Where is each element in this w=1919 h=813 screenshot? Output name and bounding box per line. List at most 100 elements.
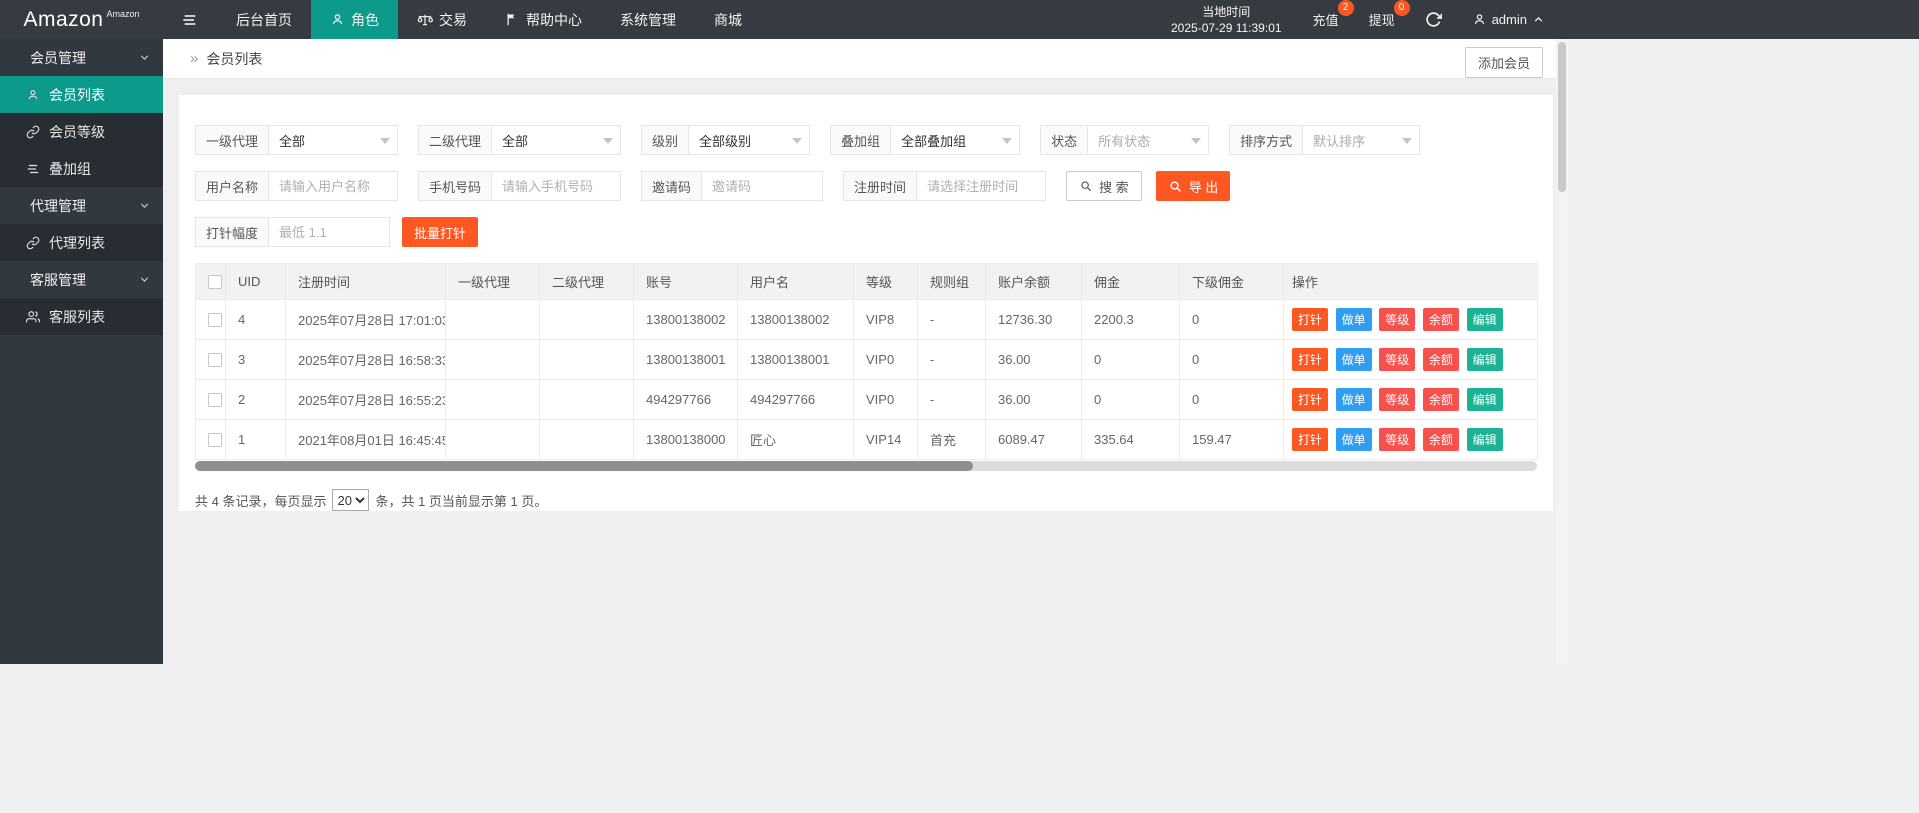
edit-button[interactable]: 编辑 [1467, 388, 1503, 411]
overlay-group-select[interactable]: 全部叠加组 [890, 125, 1020, 155]
level-button[interactable]: 等级 [1379, 308, 1415, 331]
refresh-button[interactable] [1410, 0, 1457, 39]
balance-button[interactable]: 余额 [1423, 388, 1459, 411]
row-checkbox[interactable] [208, 353, 222, 367]
user-icon [1472, 12, 1487, 27]
nav-item-roles[interactable]: 角色 [311, 0, 398, 39]
sort-select[interactable]: 默认排序 [1302, 125, 1420, 155]
phone-input[interactable] [491, 171, 621, 201]
chevron-up-icon [1532, 13, 1545, 26]
select-all-checkbox[interactable] [208, 275, 222, 289]
cell-level: VIP8 [854, 300, 918, 340]
cell-username: 13800138002 [738, 300, 854, 340]
col-header-rule-group: 规则组 [918, 264, 986, 300]
sidebar-item-service-list[interactable]: 客服列表 [0, 298, 163, 335]
inject-button[interactable]: 打针 [1292, 388, 1328, 411]
withdraw-button[interactable]: 提现 0 [1354, 0, 1410, 39]
make-order-button[interactable]: 做单 [1336, 348, 1372, 371]
balance-button[interactable]: 余额 [1423, 308, 1459, 331]
sidebar-item-label: 会员等级 [49, 122, 105, 142]
main-content: » 会员列表 添加会员 一级代理 全部 二级代理 全部 级别 全部级别 叠加组 … [163, 39, 1556, 664]
edit-button[interactable]: 编辑 [1467, 308, 1503, 331]
pagination-text-after: 条，共 1 页当前显示第 1 页。 [375, 491, 547, 510]
cell-balance: 36.00 [986, 340, 1082, 380]
cell-sub-commission: 0 [1180, 340, 1284, 380]
username-input[interactable] [268, 171, 398, 201]
horizontal-scrollbar[interactable] [195, 461, 1537, 471]
sidebar-group-member-management[interactable]: 会员管理 [0, 39, 163, 76]
vertical-scrollbar-thumb[interactable] [1558, 42, 1566, 192]
reg-time-input[interactable] [916, 171, 1046, 201]
inject-button[interactable]: 打针 [1292, 308, 1328, 331]
local-time-value: 2025-07-29 11:39:01 [1171, 20, 1282, 36]
inject-range-input[interactable] [268, 217, 390, 247]
nav-item-dashboard[interactable]: 后台首页 [217, 0, 311, 39]
cell-level: VIP0 [854, 340, 918, 380]
page-size-select[interactable]: 20 [332, 489, 369, 511]
inject-button[interactable]: 打针 [1292, 428, 1328, 451]
agent1-select[interactable]: 全部 [268, 125, 398, 155]
status-select[interactable]: 所有状态 [1087, 125, 1209, 155]
vertical-scrollbar[interactable] [1556, 39, 1568, 664]
nav-item-help-center[interactable]: 帮助中心 [486, 0, 601, 39]
sidebar-item-member-level[interactable]: 会员等级 [0, 113, 163, 150]
row-checkbox[interactable] [208, 393, 222, 407]
agent2-select[interactable]: 全部 [491, 125, 621, 155]
filter-label: 级别 [641, 125, 688, 155]
level-button[interactable]: 等级 [1379, 348, 1415, 371]
batch-inject-button[interactable]: 批量打针 [402, 217, 478, 247]
recharge-button[interactable]: 充值 2 [1298, 0, 1354, 39]
level-button[interactable]: 等级 [1379, 388, 1415, 411]
logo-text: Amazon [23, 8, 103, 32]
export-button[interactable]: 导 出 [1156, 171, 1231, 201]
cell-rule-group: 首充 [918, 420, 986, 460]
sidebar-item-member-list[interactable]: 会员列表 [0, 76, 163, 113]
edit-button[interactable]: 编辑 [1467, 428, 1503, 451]
sidebar-group-service-management[interactable]: 客服管理 [0, 261, 163, 298]
member-list-card: 一级代理 全部 二级代理 全部 级别 全部级别 叠加组 全部叠加组 状态 所有状… [179, 95, 1553, 511]
filter-inject-range: 打针幅度 [195, 217, 390, 247]
add-member-button[interactable]: 添加会员 [1465, 47, 1543, 78]
recharge-label: 充值 [1313, 10, 1339, 29]
col-header-agent2: 二级代理 [540, 264, 634, 300]
cell-uid: 1 [226, 420, 286, 460]
inject-button[interactable]: 打针 [1292, 348, 1328, 371]
edit-button[interactable]: 编辑 [1467, 348, 1503, 371]
sidebar-item-agent-list[interactable]: 代理列表 [0, 224, 163, 261]
admin-menu[interactable]: admin [1457, 0, 1560, 39]
users-icon [26, 310, 40, 324]
filter-invite-code: 邀请码 [641, 171, 823, 201]
sidebar-group-agent-management[interactable]: 代理管理 [0, 187, 163, 224]
app-logo[interactable]: Amazon Amazon [0, 0, 163, 39]
filter-label: 排序方式 [1229, 125, 1302, 155]
make-order-button[interactable]: 做单 [1336, 308, 1372, 331]
nav-label: 交易 [439, 10, 467, 30]
horizontal-scrollbar-thumb[interactable] [195, 461, 973, 471]
cell-uid: 4 [226, 300, 286, 340]
nav-item-system[interactable]: 系统管理 [601, 0, 695, 39]
level-button[interactable]: 等级 [1379, 428, 1415, 451]
cell-agent1 [446, 420, 540, 460]
pagination-text-before: 共 4 条记录，每页显示 [195, 491, 326, 510]
filter-label: 打针幅度 [195, 217, 268, 247]
nav-item-trade[interactable]: 交易 [398, 0, 486, 39]
row-checkbox[interactable] [208, 313, 222, 327]
sidebar-group-label: 客服管理 [30, 270, 86, 290]
make-order-button[interactable]: 做单 [1336, 428, 1372, 451]
nav-item-mall[interactable]: 商城 [695, 0, 761, 39]
logo-superscript: Amazon [107, 9, 140, 19]
sidebar-toggle-button[interactable] [163, 0, 217, 39]
make-order-button[interactable]: 做单 [1336, 388, 1372, 411]
level-select[interactable]: 全部级别 [688, 125, 810, 155]
sidebar-item-overlay-group[interactable]: 叠加组 [0, 150, 163, 187]
cell-balance: 6089.47 [986, 420, 1082, 460]
row-checkbox[interactable] [208, 433, 222, 447]
balance-button[interactable]: 余额 [1423, 348, 1459, 371]
balance-button[interactable]: 余额 [1423, 428, 1459, 451]
chevron-down-icon [138, 199, 151, 212]
cell-commission: 0 [1082, 380, 1180, 420]
search-button[interactable]: 搜 索 [1066, 171, 1142, 201]
nav-label: 后台首页 [236, 10, 292, 30]
invite-code-input[interactable] [701, 171, 823, 201]
filter-sort: 排序方式 默认排序 [1229, 125, 1420, 155]
